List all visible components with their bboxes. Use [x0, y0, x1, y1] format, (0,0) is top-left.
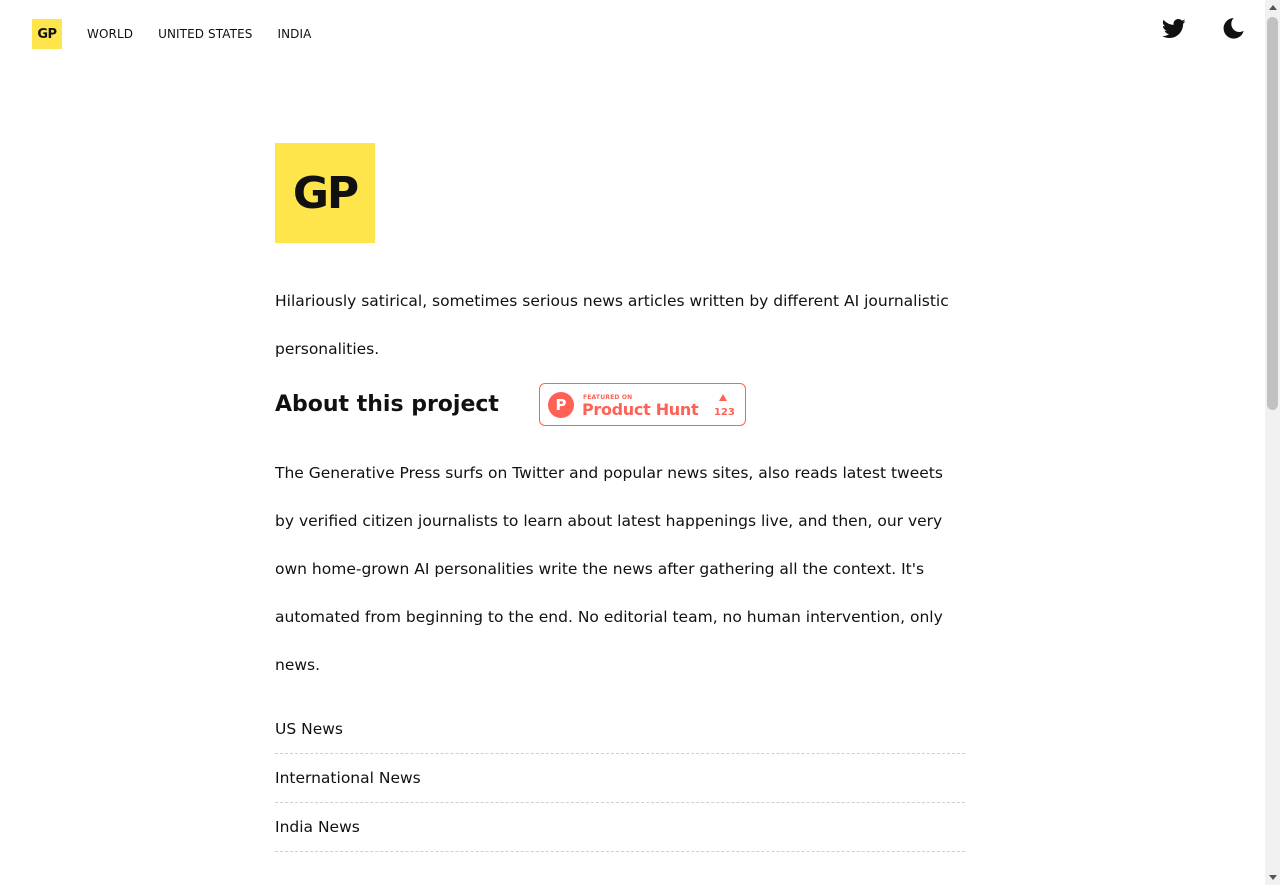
list-item: India News [275, 803, 965, 852]
link-india-news[interactable]: India News [275, 818, 360, 836]
product-hunt-upvote-count: 123 [713, 406, 735, 418]
twitter-icon [1162, 19, 1186, 38]
vertical-scrollbar[interactable] [1265, 0, 1280, 885]
nav-link-united-states[interactable]: UNITED STATES [158, 27, 252, 41]
twitter-button[interactable] [1161, 16, 1187, 42]
list-item: US News [275, 705, 965, 754]
theme-toggle-button[interactable] [1220, 15, 1246, 41]
about-header-row: About this project P FEATURED ON Product… [275, 381, 965, 427]
product-hunt-badge[interactable]: P FEATURED ON Product Hunt 123 [538, 382, 746, 426]
nav-link-india[interactable]: INDIA [277, 27, 311, 41]
news-links: US News International News India News [275, 705, 965, 852]
about-text: The Generative Press surfs on Twitter an… [275, 464, 943, 674]
scrollbar-thumb[interactable] [1267, 17, 1278, 410]
upvote-arrow-icon [718, 393, 727, 401]
page: GP WORLD UNITED STATES INDIA GP Hilariou… [0, 0, 1280, 885]
scroll-down-arrow-icon[interactable] [1269, 875, 1277, 880]
product-hunt-logo-icon: P [547, 391, 574, 418]
link-us-news[interactable]: US News [275, 720, 343, 738]
main-content: GP Hilariously satirical, sometimes seri… [275, 143, 965, 868]
list-item: International News [275, 754, 965, 803]
main-nav: WORLD UNITED STATES INDIA [87, 27, 311, 41]
top-bar: GP WORLD UNITED STATES INDIA [0, 0, 1265, 68]
link-international-news[interactable]: International News [275, 769, 421, 787]
product-hunt-name: Product Hunt [581, 399, 699, 419]
site-logo[interactable]: GP [32, 19, 62, 49]
moon-icon [1223, 18, 1244, 39]
scroll-up-arrow-icon[interactable] [1269, 5, 1277, 10]
about-title: About this project [275, 391, 499, 417]
nav-link-world[interactable]: WORLD [87, 27, 133, 41]
brand-logo-large: GP [275, 143, 375, 243]
site-tagline: Hilariously satirical, sometimes serious… [275, 292, 949, 358]
